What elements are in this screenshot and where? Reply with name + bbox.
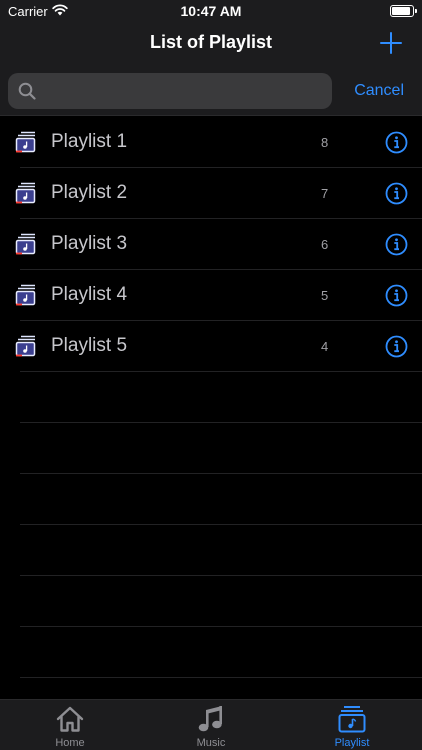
home-icon: [56, 706, 84, 732]
navigation-bar: List of Playlist: [0, 22, 422, 66]
search-input[interactable]: [42, 73, 328, 109]
divider: [20, 677, 422, 678]
empty-row: [0, 525, 422, 576]
tab-label: Playlist: [334, 737, 370, 749]
empty-row: [0, 627, 422, 678]
info-icon[interactable]: [385, 182, 408, 205]
playlist-name: Playlist 2: [51, 182, 128, 203]
playlist-name: Playlist 1: [51, 131, 128, 152]
cancel-button[interactable]: Cancel: [354, 82, 404, 100]
playlist-row[interactable]: Playlist 2 7: [0, 168, 422, 219]
search-field[interactable]: [8, 73, 332, 109]
playlist-row[interactable]: Playlist 1 8: [0, 117, 422, 168]
empty-row: [0, 372, 422, 423]
status-bar: Carrier 10:47 AM: [0, 0, 422, 22]
song-count: 7: [321, 186, 329, 201]
empty-row: [0, 423, 422, 474]
info-icon[interactable]: [385, 284, 408, 307]
song-count: 5: [321, 288, 329, 303]
tab-label: Music: [196, 737, 226, 749]
playlist-icon: [15, 233, 36, 255]
page-title: List of Playlist: [149, 32, 273, 52]
info-icon[interactable]: [385, 233, 408, 256]
battery-icon: [390, 5, 417, 17]
song-count: 4: [321, 339, 329, 354]
add-playlist-button[interactable]: [380, 32, 402, 54]
playlist-icon: [15, 335, 36, 357]
empty-row: [0, 474, 422, 525]
search-bar: Cancel: [0, 66, 422, 116]
tab-bar: Home Music Playlist: [0, 699, 422, 750]
playlist-row[interactable]: Playlist 5 4: [0, 321, 422, 372]
playlist-row[interactable]: Playlist 3 6: [0, 219, 422, 270]
playlist-icon: [15, 182, 36, 204]
clock: 10:47 AM: [180, 3, 242, 19]
playlist-name: Playlist 4: [51, 284, 128, 305]
playlist-name: Playlist 5: [51, 335, 128, 356]
music-note-icon: [198, 706, 222, 732]
playlist-row[interactable]: Playlist 4 5: [0, 270, 422, 321]
tab-label: Home: [55, 737, 85, 749]
tab-home[interactable]: Home: [0, 700, 140, 750]
playlist-icon: [15, 284, 36, 306]
playlist-name: Playlist 3: [51, 233, 128, 254]
tab-playlist[interactable]: Playlist: [282, 700, 422, 750]
empty-table-area: [0, 372, 422, 678]
tab-music[interactable]: Music: [141, 700, 281, 750]
playlist-icon: [338, 706, 366, 733]
song-count: 6: [321, 237, 329, 252]
search-icon: [18, 82, 36, 100]
song-count: 8: [321, 135, 329, 150]
playlist-icon: [15, 131, 36, 153]
empty-row: [0, 576, 422, 627]
info-icon[interactable]: [385, 131, 408, 154]
info-icon[interactable]: [385, 335, 408, 358]
playlist-list: Playlist 1 8 Playlist 2 7 Playlist 3 6 P…: [0, 117, 422, 372]
